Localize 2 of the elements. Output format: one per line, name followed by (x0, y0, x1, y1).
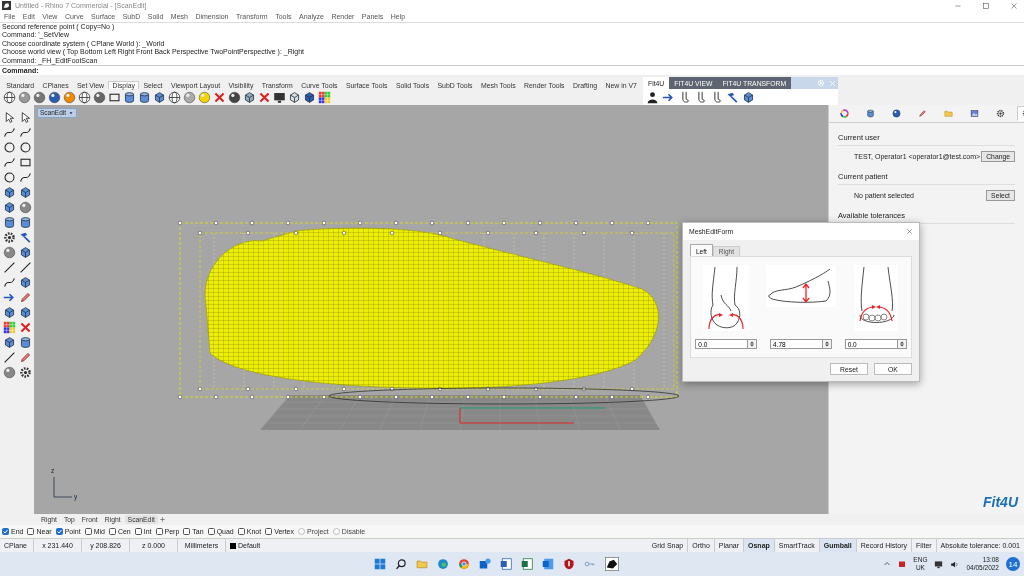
logo: Fit4U (983, 494, 1020, 512)
notification-badge[interactable]: 14 (1006, 557, 1020, 571)
